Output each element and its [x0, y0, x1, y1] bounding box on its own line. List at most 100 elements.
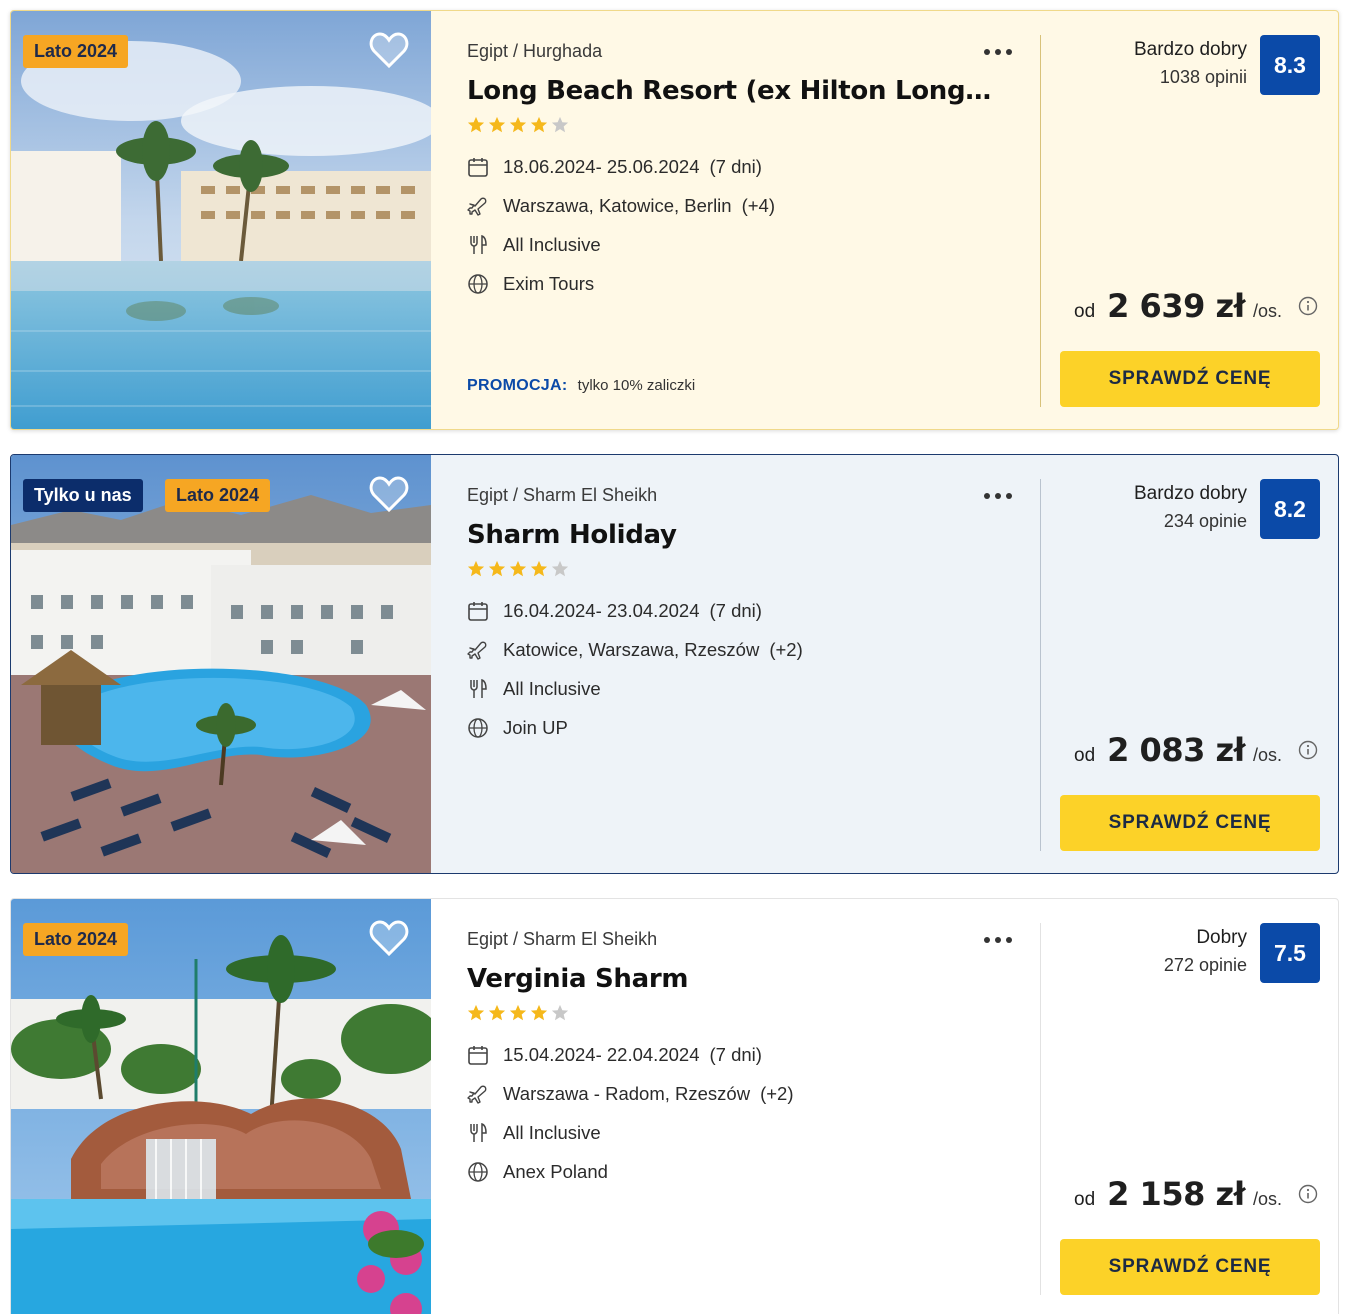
offer-card-2[interactable]: Tylko u nas Lato 2024 Egipt / Sharm El S… [10, 454, 1339, 874]
check-price-button[interactable]: SPRAWDŹ CENĘ [1060, 351, 1320, 407]
info-icon[interactable] [1298, 740, 1318, 760]
divider [1040, 479, 1041, 851]
check-price-button[interactable]: SPRAWDŹ CENĘ [1060, 795, 1320, 851]
more-options-icon[interactable] [983, 935, 1013, 945]
departure-row: Warszawa - Radom, Rzeszów (+2) [467, 1083, 1027, 1105]
more-options-icon[interactable] [983, 491, 1013, 501]
price: od 2 158 zł /os. [1074, 1175, 1318, 1213]
departure-row: Warszawa, Katowice, Berlin (+4) [467, 195, 1027, 217]
hotel-name[interactable]: Sharm Holiday [467, 520, 992, 550]
duration: (7 dni) [709, 1044, 762, 1065]
board-type: All Inclusive [503, 234, 601, 255]
info-icon[interactable] [1298, 1184, 1318, 1204]
price: od 2 639 zł /os. [1074, 287, 1318, 325]
globe-icon [468, 1162, 488, 1182]
review-count[interactable]: 1038 opinii [1134, 67, 1247, 88]
board-row: All Inclusive [467, 234, 1027, 256]
price-unit: /os. [1252, 1189, 1282, 1209]
star-filled-icon [530, 560, 548, 577]
departure-row: Katowice, Warszawa, Rzeszów (+2) [467, 639, 1027, 661]
star-filled-icon [509, 116, 527, 133]
departure-more[interactable]: (+4) [742, 195, 775, 217]
star-empty-icon [551, 560, 569, 577]
rating-label: Bardzo dobry [1133, 39, 1247, 60]
star-filled-icon [509, 560, 527, 577]
promo-label: PROMOCJA: [467, 377, 568, 394]
departure-cities: Warszawa - Radom, Rzeszów [503, 1083, 751, 1104]
offer-card-1[interactable]: Lato 2024 Egipt / Hurghada Long Beach Re… [10, 10, 1339, 430]
favorite-heart-icon[interactable] [369, 919, 409, 957]
tour-operator: Exim Tours [503, 273, 595, 294]
departure-more[interactable]: (+2) [769, 639, 802, 661]
rating: Dobry 272 opinie 7.5 [1164, 923, 1320, 983]
rating: Bardzo dobry 1038 opinii 8.3 [1134, 35, 1320, 95]
tour-operator: Anex Poland [503, 1161, 608, 1182]
operator-row: Exim Tours [467, 273, 1027, 295]
calendar-icon [468, 602, 488, 621]
departure-more[interactable]: (+2) [760, 1083, 793, 1105]
rating: Bardzo dobry 234 opinie 8.2 [1134, 479, 1320, 539]
star-filled-icon [488, 560, 506, 577]
departure-cities: Warszawa, Katowice, Berlin [503, 195, 732, 216]
price-prefix: od [1074, 1189, 1096, 1210]
hotel-photo[interactable]: Lato 2024 [11, 11, 431, 429]
badge-summer: Lato 2024 [23, 923, 129, 956]
price-prefix: od [1074, 301, 1096, 322]
price-unit: /os. [1252, 301, 1282, 321]
plane-icon [467, 197, 487, 216]
dates: 18.06.2024- 25.06.2024 [503, 156, 700, 177]
board-type: All Inclusive [503, 1122, 601, 1143]
globe-icon [468, 274, 488, 294]
board-row: All Inclusive [467, 1122, 1027, 1144]
promo-text: tylko 10% zaliczki [577, 377, 696, 394]
more-options-icon[interactable] [983, 47, 1013, 57]
duration: (7 dni) [709, 156, 762, 177]
star-empty-icon [551, 1004, 569, 1021]
hotel-location: Egipt / Sharm El Sheikh [467, 929, 658, 949]
favorite-heart-icon[interactable] [369, 31, 409, 69]
hotel-photo[interactable]: Lato 2024 [11, 899, 431, 1314]
divider [1040, 35, 1041, 407]
dates-row: 15.04.2024- 22.04.2024 (7 dni) [467, 1044, 1027, 1066]
board-row: All Inclusive [467, 678, 1027, 700]
rating-score: 8.2 [1260, 479, 1320, 539]
star-empty-icon [551, 116, 569, 133]
price-unit: /os. [1252, 745, 1282, 765]
star-filled-icon [488, 1004, 506, 1021]
globe-icon [468, 718, 488, 738]
hotel-photo[interactable]: Tylko u nas Lato 2024 [11, 455, 431, 873]
review-count[interactable]: 234 opinie [1134, 511, 1247, 532]
rating-score: 7.5 [1260, 923, 1320, 983]
star-filled-icon [467, 116, 485, 133]
hotel-name[interactable]: Long Beach Resort (ex Hilton Long Be... [467, 76, 992, 106]
operator-row: Join UP [467, 717, 1027, 739]
price-value: 2 639 zł [1107, 287, 1245, 325]
info-icon[interactable] [1298, 296, 1318, 316]
offer-card-3[interactable]: Lato 2024 Egipt / Sharm El Sheikh Vergin… [10, 898, 1339, 1314]
dates-row: 18.06.2024- 25.06.2024 (7 dni) [467, 156, 1027, 178]
star-filled-icon [467, 1004, 485, 1021]
board-type: All Inclusive [503, 678, 601, 699]
price-value: 2 083 zł [1107, 731, 1245, 769]
badge-exclusive: Tylko u nas [23, 479, 143, 512]
cutlery-icon [470, 678, 487, 698]
favorite-heart-icon[interactable] [369, 475, 409, 513]
departure-cities: Katowice, Warszawa, Rzeszów [503, 639, 760, 660]
star-filled-icon [488, 116, 506, 133]
operator-row: Anex Poland [467, 1161, 1027, 1183]
check-price-button[interactable]: SPRAWDŹ CENĘ [1060, 1239, 1320, 1295]
star-filled-icon [530, 116, 548, 133]
dates: 15.04.2024- 22.04.2024 [503, 1044, 700, 1065]
badge-summer: Lato 2024 [23, 35, 129, 68]
cutlery-icon [470, 1122, 487, 1142]
review-count[interactable]: 272 opinie [1164, 955, 1247, 976]
star-filled-icon [467, 560, 485, 577]
price: od 2 083 zł /os. [1074, 731, 1318, 769]
dates: 16.04.2024- 23.04.2024 [503, 600, 700, 621]
calendar-icon [468, 1046, 488, 1065]
hotel-name[interactable]: Verginia Sharm [467, 964, 992, 994]
rating-label: Bardzo dobry [1133, 483, 1247, 504]
plane-icon [467, 641, 487, 660]
dates-row: 16.04.2024- 23.04.2024 (7 dni) [467, 600, 1027, 622]
tour-operator: Join UP [503, 717, 568, 738]
